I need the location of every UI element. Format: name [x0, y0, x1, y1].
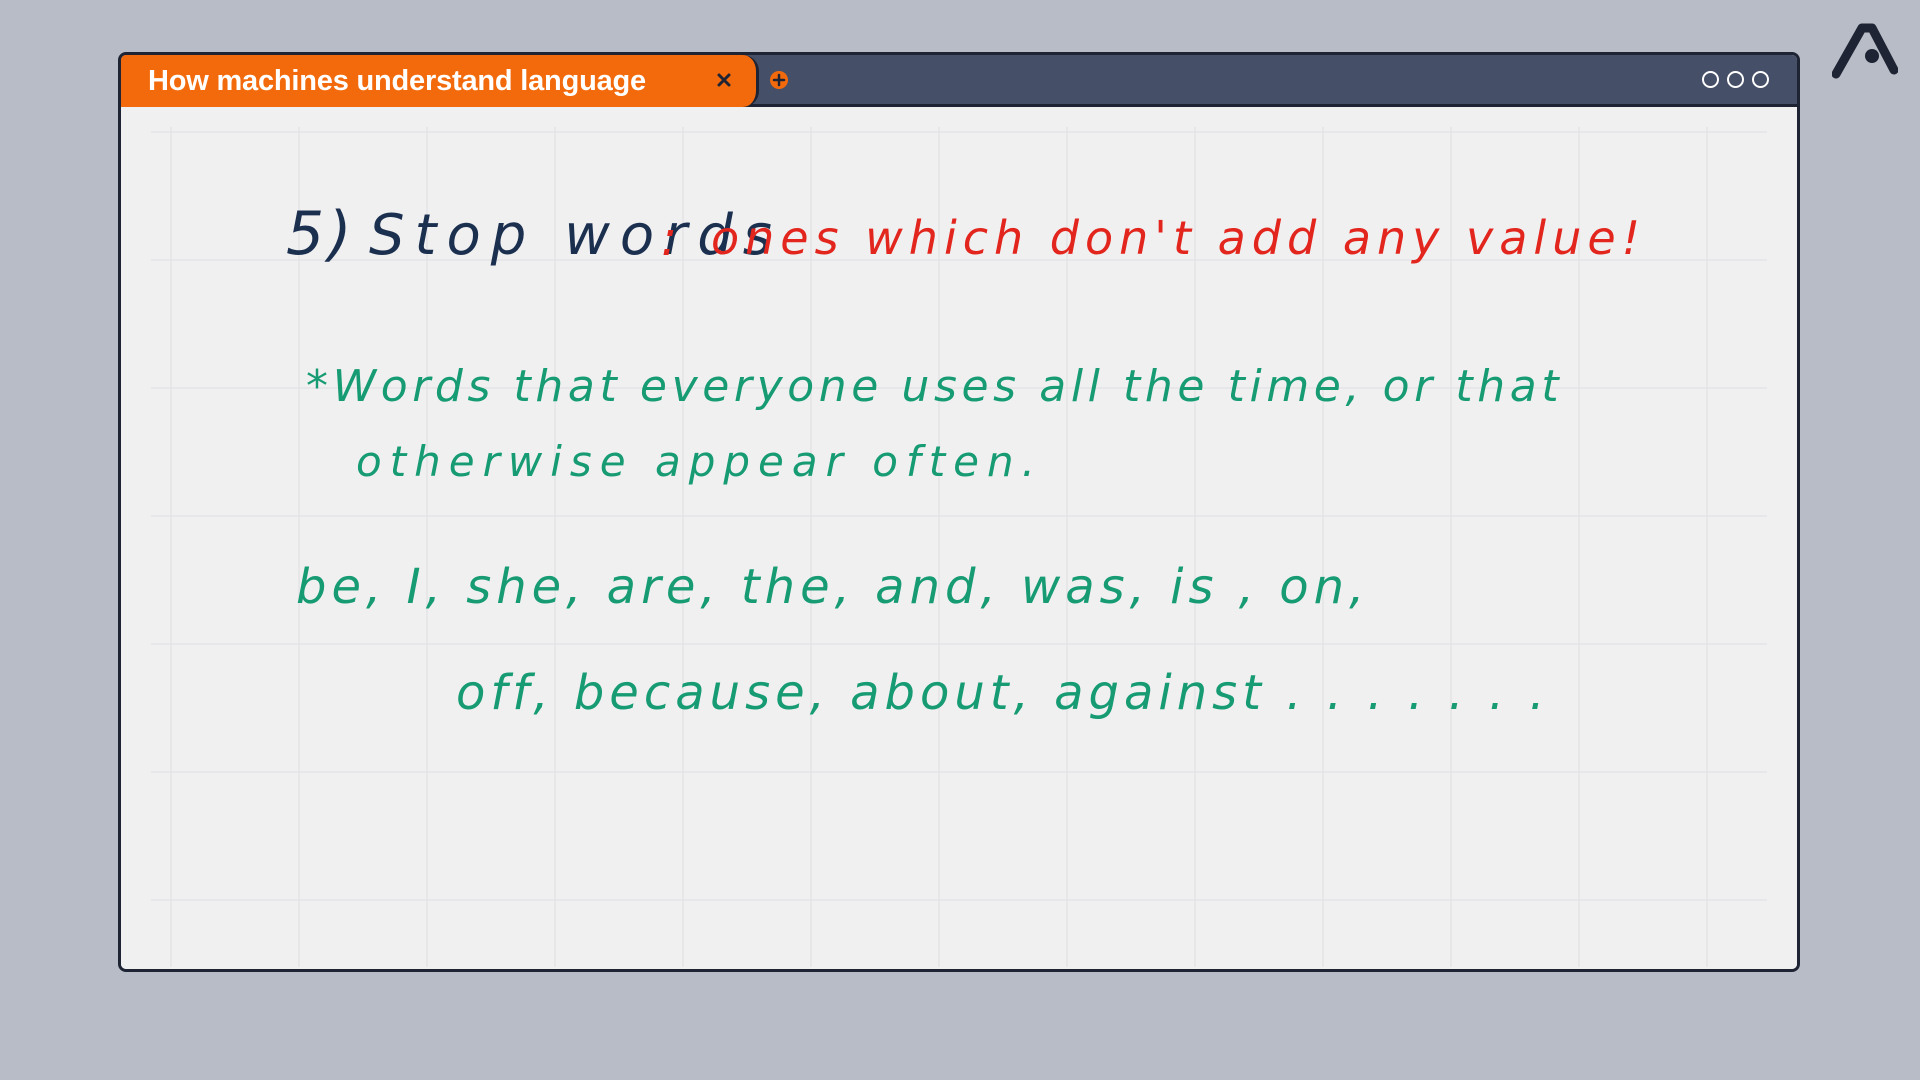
- app-logo-icon: [1832, 23, 1898, 79]
- window-control-circle-icon[interactable]: [1727, 71, 1744, 88]
- heading-definition: ones which don't add any value!: [711, 211, 1647, 265]
- app-window: How machines understand language 5) Stop…: [118, 52, 1800, 972]
- title-bar: How machines understand language: [121, 55, 1797, 107]
- examples-line-2: off, because, about, against . . . . . .…: [456, 665, 1550, 721]
- close-tab-icon[interactable]: [711, 67, 737, 93]
- window-control-circle-icon[interactable]: [1752, 71, 1769, 88]
- explanation-line-2: otherwise appear often.: [356, 437, 1043, 486]
- whiteboard-canvas[interactable]: 5) Stop words : ones which don't add any…: [121, 107, 1797, 969]
- heading-number: 5): [286, 199, 356, 269]
- window-control-circle-icon[interactable]: [1702, 71, 1719, 88]
- tab-title: How machines understand language: [148, 65, 646, 97]
- explanation-line-1: *Words that everyone uses all the time, …: [306, 361, 1564, 412]
- active-tab[interactable]: How machines understand language: [121, 55, 759, 107]
- window-controls: [1702, 71, 1769, 88]
- heading-colon: :: [661, 211, 682, 267]
- examples-line-1: be, I, she, are, the, and, was, is , on,: [296, 559, 1370, 615]
- new-tab-plus-icon[interactable]: [768, 69, 790, 91]
